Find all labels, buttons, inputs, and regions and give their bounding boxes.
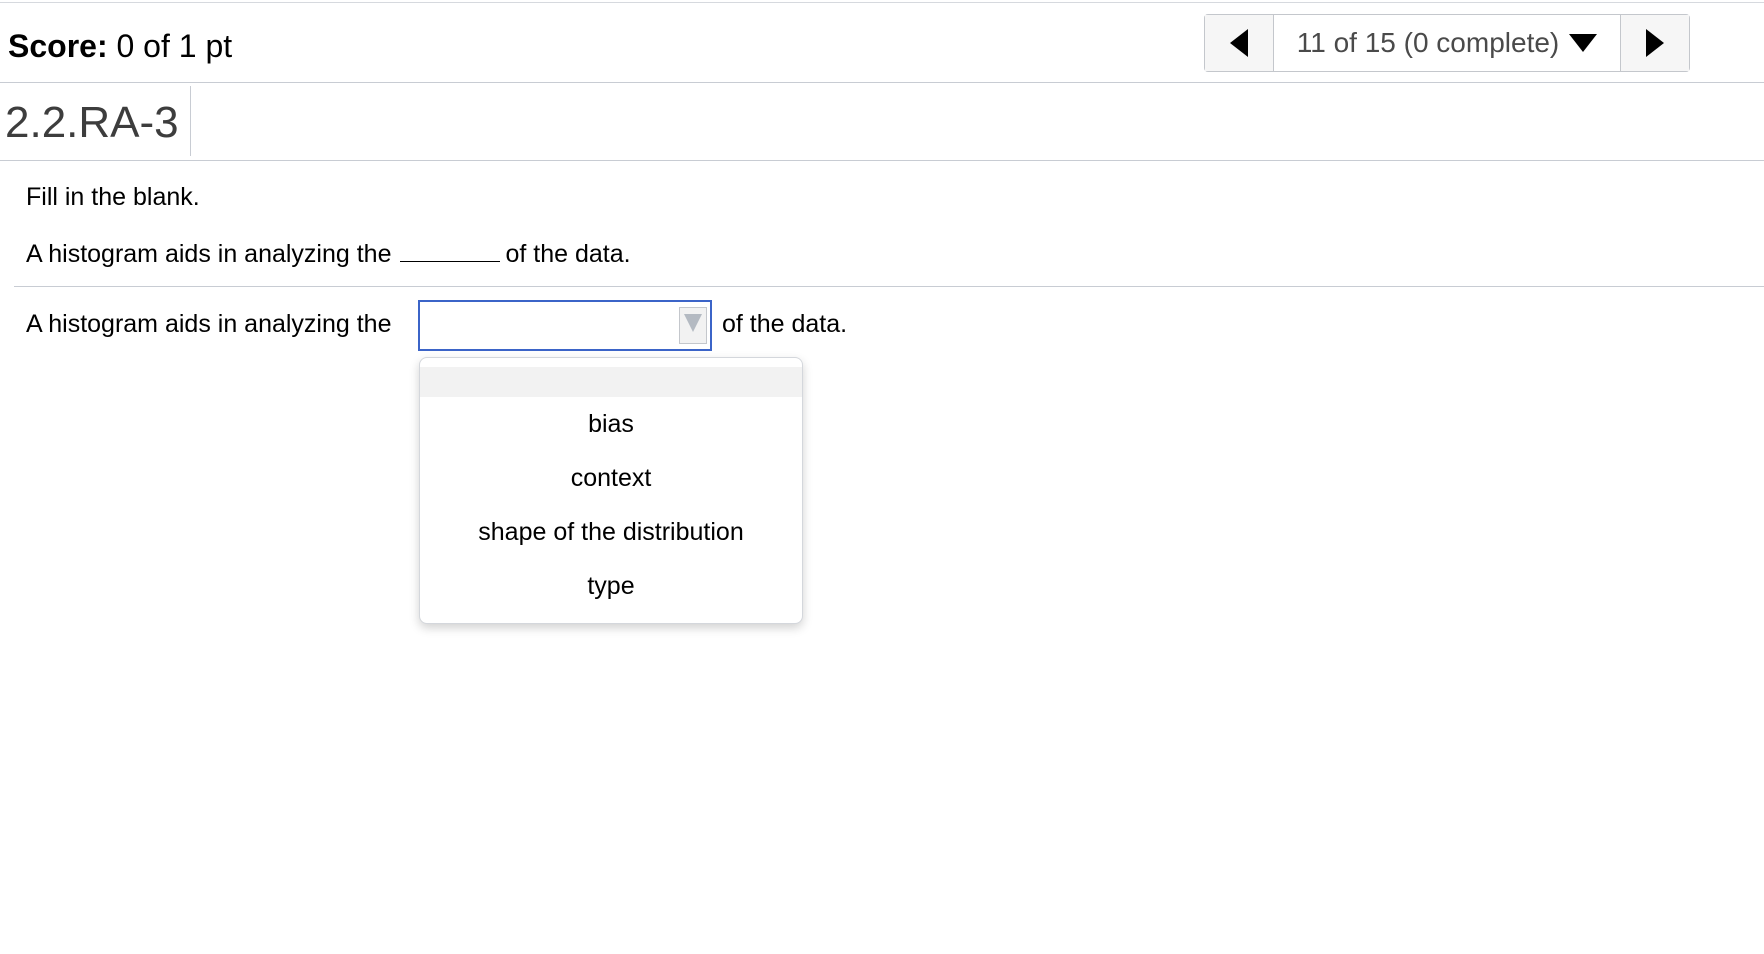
instruction-text: Fill in the blank. bbox=[26, 183, 200, 211]
select-arrow-button[interactable] bbox=[679, 307, 707, 344]
blank-line bbox=[399, 239, 500, 262]
question-position: 11 of 15 (0 complete) bbox=[1296, 27, 1560, 58]
answer-suffix: of the data. bbox=[722, 310, 848, 338]
previous-question-button[interactable] bbox=[1205, 15, 1274, 71]
answer-select[interactable] bbox=[418, 300, 712, 351]
score-header: Score: 0 of 1 pt 11 of 15 (0 complete) bbox=[0, 3, 1764, 83]
section-divider bbox=[14, 286, 1764, 287]
next-question-button[interactable] bbox=[1620, 15, 1689, 71]
option-empty[interactable] bbox=[420, 367, 802, 397]
question-statement: A histogram aids in analyzing the of the … bbox=[26, 238, 631, 270]
question-list-dropdown[interactable]: 11 of 15 (0 complete) bbox=[1274, 15, 1620, 71]
score-display: Score: 0 of 1 pt bbox=[8, 27, 232, 65]
question-id: 2.2.RA-3 bbox=[5, 98, 179, 147]
answer-options-list: bias context shape of the distribution t… bbox=[419, 357, 803, 624]
right-triangle-icon bbox=[1646, 29, 1664, 57]
score-label: Score: bbox=[8, 28, 108, 64]
answer-prefix: A histogram aids in analyzing the bbox=[26, 310, 392, 338]
score-value: 0 of 1 pt bbox=[116, 28, 233, 64]
option-bias[interactable]: bias bbox=[420, 397, 802, 451]
question-id-divider bbox=[190, 86, 191, 156]
option-type[interactable]: type bbox=[420, 559, 802, 613]
question-navigator: 11 of 15 (0 complete) bbox=[1204, 14, 1690, 72]
statement-prefix: A histogram aids in analyzing the bbox=[26, 240, 392, 268]
option-shape-of-distribution[interactable]: shape of the distribution bbox=[420, 505, 802, 559]
left-triangle-icon bbox=[1230, 29, 1248, 57]
down-triangle-icon bbox=[684, 313, 702, 332]
statement-suffix: of the data. bbox=[505, 240, 631, 268]
question-id-row: 2.2.RA-3 bbox=[0, 83, 1764, 161]
down-triangle-icon bbox=[1569, 34, 1598, 52]
option-context[interactable]: context bbox=[420, 451, 802, 505]
